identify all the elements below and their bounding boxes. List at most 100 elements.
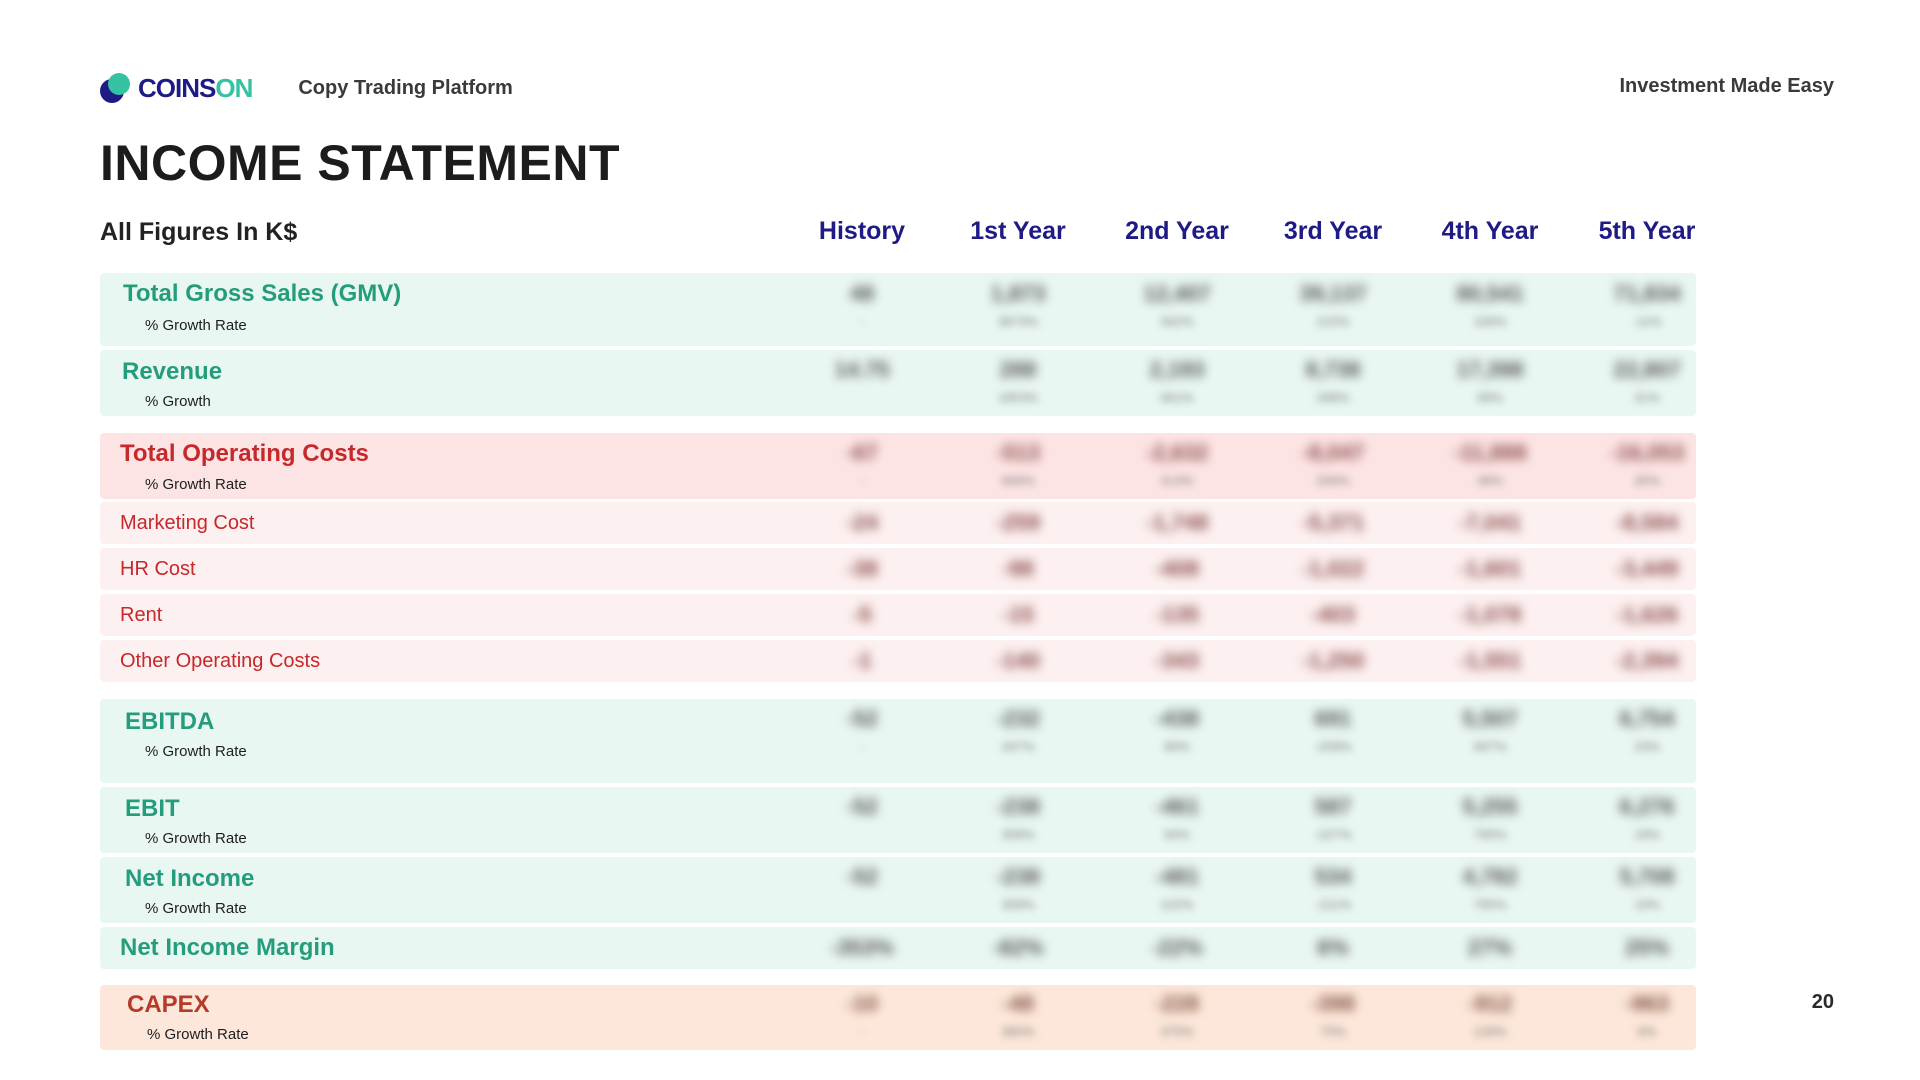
value-cell: -22%: [1151, 935, 1203, 960]
value-cell: 71,834 -11%: [1613, 281, 1681, 329]
value-cell: 14.75: [834, 357, 890, 382]
value-cell: -513 666%: [995, 440, 1041, 488]
row-other-operating-costs: Other Operating Costs -1 -140 -343 -1,25…: [100, 640, 1696, 682]
row-total-gross-sales: Total Gross Sales (GMV) % Growth Rate 48…: [100, 273, 1696, 346]
value-cell: 25%: [1624, 935, 1670, 960]
column-header-year-3: 3rd Year: [1283, 217, 1383, 245]
value-cell: -52-: [846, 706, 878, 754]
row-ebitda: EBITDA % Growth Rate -52- -232 347% -438 8…: [100, 699, 1696, 783]
value-cell: -1,626: [1615, 602, 1679, 627]
row-capex: CAPEX % Growth Rate -10- -48 380% -228 375…: [100, 985, 1696, 1050]
row-label: Revenue: [122, 358, 223, 385]
row-label: EBIT: [125, 795, 180, 822]
value-cell: -461 94%: [1154, 794, 1200, 842]
platform-tagline: Copy Trading Platform: [298, 76, 513, 99]
value-cell: -1,748: [1145, 510, 1209, 535]
row-sublabel: % Growth Rate: [145, 830, 247, 847]
row-label: Marketing Cost: [120, 512, 255, 534]
value-cell: -343: [1154, 648, 1200, 673]
row-hr-cost: HR Cost -38 -98 -408 -1,022 -1,601 -3,44…: [100, 548, 1696, 590]
value-cell: -1: [852, 648, 872, 673]
value-cell: -5: [852, 602, 872, 627]
value-cell: 22,807 31%: [1613, 357, 1681, 405]
value-cell: -403: [1310, 602, 1356, 627]
value-cell: -408: [1154, 556, 1200, 581]
value-cell: -48 380%: [1001, 991, 1035, 1039]
row-rent: Rent -5 -15 -135 -403 -1,078 -1,626: [100, 594, 1696, 636]
value-cell: -67-: [846, 440, 878, 488]
value-cell: -963 6%: [1624, 991, 1670, 1039]
row-sublabel: % Growth: [145, 393, 211, 410]
value-cell: -11,888 48%: [1453, 440, 1527, 488]
row-label: Total Operating Costs: [120, 440, 369, 467]
value-cell: -38: [846, 556, 878, 581]
page-number: 20: [1811, 991, 1834, 1013]
row-label: CAPEX: [127, 991, 210, 1018]
page-title: INCOME STATEMENT: [100, 135, 621, 191]
value-cell: -438 89%: [1154, 706, 1200, 754]
column-header-year-5: 5th Year: [1598, 217, 1696, 245]
value-cell: 48-: [849, 281, 875, 329]
value-cell: -398 75%: [1310, 991, 1356, 1039]
row-sublabel: % Growth Rate: [145, 476, 247, 493]
value-cell: 27%: [1467, 935, 1513, 960]
row-label: Rent: [120, 604, 163, 626]
value-cell: -5,371: [1301, 510, 1365, 535]
column-header-year-4: 4th Year: [1441, 217, 1539, 245]
brand-logo-text: COINSON: [138, 72, 253, 104]
value-cell: -1,078: [1458, 602, 1522, 627]
logo-word-2: ON: [215, 72, 253, 103]
value-cell: -353%: [830, 935, 894, 960]
column-header-year-1: 1st Year: [970, 217, 1066, 245]
value-cell: -52: [846, 864, 878, 889]
value-cell: -1,250: [1301, 648, 1365, 673]
row-net-income-margin: Net Income Margin -353% -82% -22% 6% 27%…: [100, 927, 1696, 969]
value-cell: -912 129%: [1467, 991, 1513, 1039]
row-label: Total Gross Sales (GMV): [123, 280, 402, 307]
value-cell: 6,754 23%: [1619, 706, 1675, 754]
value-cell: 6,276 19%: [1619, 794, 1675, 842]
value-cell: 8,738 298%: [1305, 357, 1361, 405]
row-label: Net Income Margin: [120, 934, 335, 961]
value-cell: -82%: [992, 935, 1044, 960]
row-sublabel: % Growth Rate: [147, 1026, 249, 1043]
value-cell: -7,041: [1458, 510, 1522, 535]
value-cell: 2,193 661%: [1149, 357, 1205, 405]
row-net-income: Net Income % Growth Rate -52 -238 358% -4…: [100, 857, 1696, 923]
value-cell: -10-: [846, 991, 878, 1039]
value-cell: -15: [1002, 602, 1034, 627]
value-cell: -3,449: [1615, 556, 1679, 581]
value-cell: -98: [1002, 556, 1034, 581]
row-label: Net Income: [125, 865, 255, 892]
value-cell: -140: [995, 648, 1041, 673]
row-ebit: EBIT % Growth Rate -52 -238 358% -461 94% …: [100, 787, 1696, 853]
coinson-logo-icon: [100, 73, 130, 103]
units-note: All Figures In K$: [100, 218, 298, 246]
value-cell: -8,584: [1615, 510, 1679, 535]
column-header-year-2: 2nd Year: [1125, 217, 1229, 245]
value-cell: -16,053 35%: [1609, 440, 1685, 488]
value-cell: 534 -211%: [1314, 864, 1352, 912]
value-cell: -228 375%: [1154, 991, 1200, 1039]
value-cell: -24: [846, 510, 878, 535]
value-cell: -1,601: [1458, 556, 1522, 581]
value-cell: -238 358%: [995, 794, 1041, 842]
value-cell: -1,022: [1301, 556, 1365, 581]
value-cell: -1,551: [1458, 648, 1522, 673]
value-cell: -52: [846, 794, 878, 819]
row-label: Other Operating Costs: [120, 650, 321, 672]
value-cell: 17,398 99%: [1456, 357, 1524, 405]
row-sublabel: % Growth Rate: [145, 317, 247, 334]
value-cell: 691 -258%: [1314, 706, 1352, 754]
value-cell: -8,047 206%: [1301, 440, 1365, 488]
value-cell: 5,708 19%: [1619, 864, 1675, 912]
value-cell: -135: [1154, 602, 1200, 627]
row-total-operating-costs: Total Operating Costs % Growth Rate -67-…: [100, 433, 1696, 499]
row-sublabel: % Growth Rate: [145, 743, 247, 760]
row-marketing-cost: Marketing Cost -24 -259 -1,748 -5,371 -7…: [100, 502, 1696, 544]
column-header-history: History: [818, 217, 906, 245]
value-cell: 288 1853%: [997, 357, 1039, 405]
value-cell: 80,541 106%: [1456, 281, 1524, 329]
value-cell: -232 347%: [995, 706, 1041, 754]
value-cell: -481 102%: [1154, 864, 1200, 912]
